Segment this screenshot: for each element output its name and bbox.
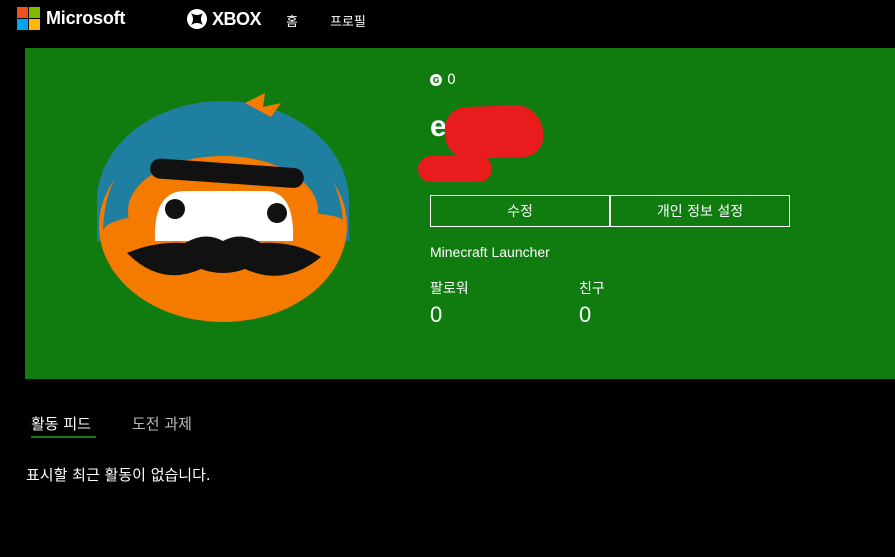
tab-achievements[interactable]: 도전 과제 (132, 413, 192, 434)
nav-profile[interactable]: 프로필 (330, 11, 366, 30)
nav-home[interactable]: 홈 (286, 11, 298, 30)
edit-profile-button[interactable]: 수정 (430, 195, 610, 227)
gamerscore-icon: G (430, 74, 442, 86)
followers-label[interactable]: 팔로워 (430, 278, 469, 298)
friends-label[interactable]: 친구 (579, 278, 605, 298)
active-tab-indicator (31, 436, 96, 438)
friends-count[interactable]: 0 (579, 302, 591, 328)
gamerscore-value: 0 (447, 72, 456, 88)
microsoft-wordmark: Microsoft (46, 8, 126, 28)
gamerscore: G 0 (430, 72, 456, 88)
microsoft-grid-icon (17, 7, 40, 30)
app-presence: Minecraft Launcher (430, 244, 550, 260)
avatar[interactable] (95, 91, 351, 323)
xbox-wordmark: XBOX (212, 8, 262, 29)
profile-hero: G 0 e 수정 개인 정보 설정 Minecraft Launcher 팔로워… (25, 48, 895, 379)
top-bar: Microsoft XBOX 홈 프로필 (0, 0, 895, 38)
privacy-settings-button[interactable]: 개인 정보 설정 (610, 195, 790, 227)
redaction-mark (444, 104, 544, 160)
xbox-sphere-icon (187, 9, 207, 29)
redaction-mark (418, 156, 492, 182)
tab-activity-feed[interactable]: 활동 피드 (31, 413, 91, 434)
followers-count[interactable]: 0 (430, 302, 442, 328)
microsoft-logo[interactable]: Microsoft (17, 7, 125, 30)
xbox-logo[interactable]: XBOX (186, 8, 262, 30)
empty-feed-message: 표시할 최근 활동이 없습니다. (26, 466, 211, 484)
